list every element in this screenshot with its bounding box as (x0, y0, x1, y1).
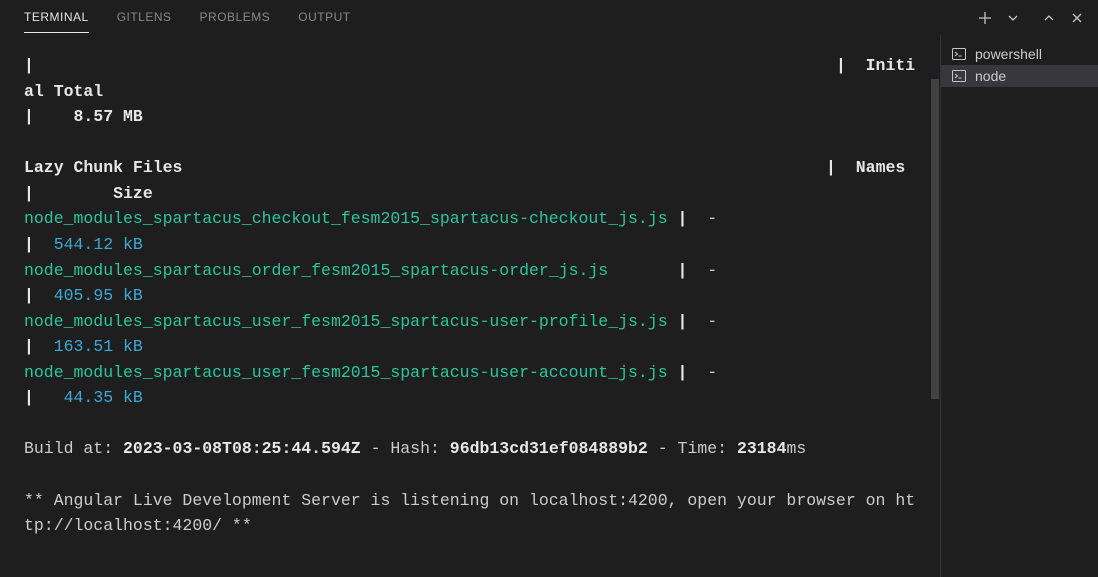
chunk-dash: - (707, 312, 717, 331)
initial-total-label: Initial Total (24, 56, 915, 101)
sidebar-item-label: node (975, 68, 1006, 84)
new-terminal-dropdown-button[interactable] (1002, 7, 1024, 29)
close-icon (1070, 11, 1084, 25)
chunk-dash: - (707, 261, 717, 280)
build-time: 23184 (737, 439, 787, 458)
chunk-file: node_modules_spartacus_user_fesm2015_spa… (24, 363, 668, 382)
chunk-size: 405.95 kB (54, 286, 143, 305)
chunk-file: node_modules_spartacus_checkout_fesm2015… (24, 209, 668, 228)
terminal-scrollbar[interactable] (930, 35, 940, 577)
build-sep: - Hash: (361, 439, 450, 458)
build-prefix: Build at: (24, 439, 123, 458)
build-timestamp: 2023-03-08T08:25:44.594Z (123, 439, 361, 458)
panel-body: | | Initial Total | 8.57 MB Lazy Chunk F… (0, 35, 1098, 577)
panel-header-actions (974, 7, 1088, 29)
tab-problems[interactable]: PROBLEMS (200, 2, 271, 33)
build-sep: - Time: (648, 439, 737, 458)
sidebar-item-powershell[interactable]: powershell (941, 43, 1098, 65)
chunk-size: 544.12 kB (54, 235, 143, 254)
chunk-dash: - (707, 209, 717, 228)
chevron-up-icon (1042, 11, 1056, 25)
sidebar-item-label: powershell (975, 46, 1042, 62)
server-listening-line: ** Angular Live Development Server is li… (24, 491, 915, 536)
build-hash: 96db13cd31ef084889b2 (450, 439, 648, 458)
terminal-icon (951, 46, 967, 62)
new-terminal-button[interactable] (974, 7, 996, 29)
tab-gitlens[interactable]: GITLENS (117, 2, 172, 33)
tab-terminal[interactable]: TERMINAL (24, 2, 89, 33)
names-header: Names (856, 158, 906, 177)
chunk-size: 44.35 kB (54, 388, 143, 407)
panel-header: TERMINAL GITLENS PROBLEMS OUTPUT (0, 0, 1098, 35)
terminal-sidebar: powershell node (940, 35, 1098, 577)
terminal-icon (951, 68, 967, 84)
chunk-dash: - (707, 363, 717, 382)
plus-icon (977, 10, 993, 26)
chunk-file: node_modules_spartacus_user_fesm2015_spa… (24, 312, 668, 331)
terminal-output-area[interactable]: | | Initial Total | 8.57 MB Lazy Chunk F… (0, 35, 940, 577)
terminal-output: | | Initial Total | 8.57 MB Lazy Chunk F… (0, 35, 940, 577)
chunk-size: 163.51 kB (54, 337, 143, 356)
chunk-file: node_modules_spartacus_order_fesm2015_sp… (24, 261, 608, 280)
panel-tabs: TERMINAL GITLENS PROBLEMS OUTPUT (24, 2, 974, 33)
scrollbar-thumb[interactable] (931, 79, 939, 399)
lazy-chunk-header: Lazy Chunk Files (24, 158, 182, 177)
close-panel-button[interactable] (1066, 7, 1088, 29)
maximize-panel-button[interactable] (1038, 7, 1060, 29)
size-header: Size (113, 184, 153, 203)
sidebar-item-node[interactable]: node (941, 65, 1098, 87)
chevron-down-icon (1007, 12, 1019, 24)
build-ms: ms (786, 439, 806, 458)
initial-total-size: 8.57 MB (74, 107, 143, 126)
tab-output[interactable]: OUTPUT (298, 2, 350, 33)
